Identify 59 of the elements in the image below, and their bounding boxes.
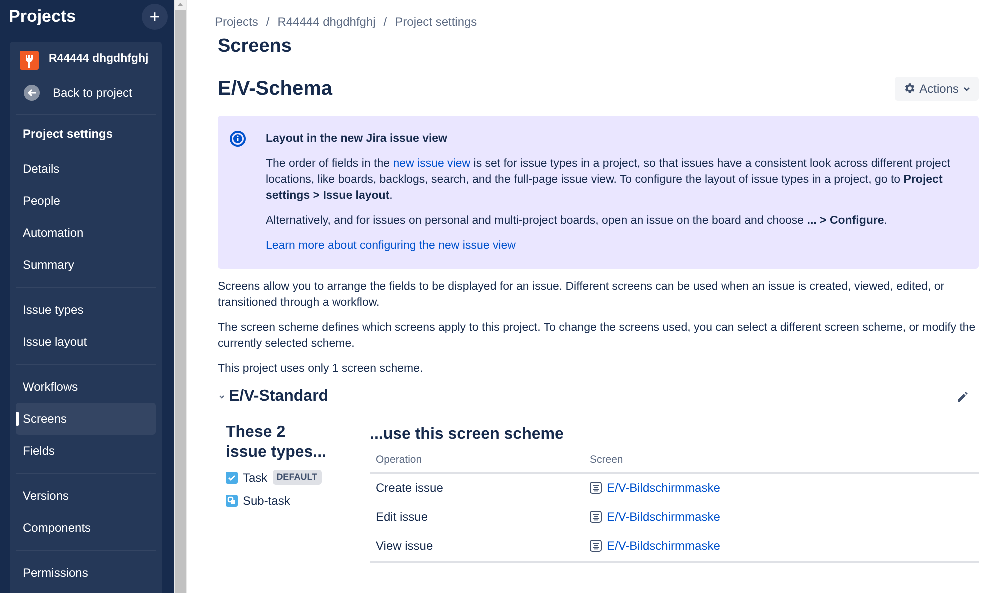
operation-cell-text: Create issue xyxy=(376,480,444,497)
operation-cell-text: View issue xyxy=(376,538,434,555)
breadcrumb-separator: / xyxy=(266,14,270,31)
table-heading: ...use this screen scheme xyxy=(370,424,565,444)
screen-icon xyxy=(590,482,602,494)
add-project-button[interactable]: + xyxy=(142,4,168,30)
sidebar-item[interactable]: Screens xyxy=(16,403,156,435)
scheme-title: E/V-Schema xyxy=(218,76,333,102)
learn-more-link[interactable]: Learn more about configuring the new issue view xyxy=(266,238,965,254)
info-title: Layout in the new Jira issue view xyxy=(266,132,449,146)
description-paragraph: Screens allow you to arrange the fields to be displayed for an issue. Different screens can be used when an issue is created, viewed, edited, or transitioned through a workflow. xyxy=(218,280,946,310)
issue-type-name: Sub-task xyxy=(243,492,290,510)
info-paragraph: Alternatively, and for issues on personal and multi-project boards, open an issue on the board and choose ... > Configure. xyxy=(266,214,888,228)
description-paragraph: This project uses only 1 screen scheme. xyxy=(218,362,424,376)
project-avatar-icon xyxy=(20,50,39,70)
breadcrumb-link[interactable]: R44444 dhgdhfghj xyxy=(278,13,376,31)
actions-button[interactable]: Actions xyxy=(894,76,979,100)
issue-type-name: Task xyxy=(243,470,268,486)
default-badge: DEFAULT xyxy=(272,470,322,486)
project-name: R44444 dhgdhfghj xyxy=(49,52,149,68)
sidebar-item[interactable]: Workflows xyxy=(16,371,156,403)
sidebar-item[interactable]: Versions xyxy=(16,480,156,512)
screen-icon xyxy=(590,540,602,552)
back-to-project-link[interactable]: Back to project xyxy=(16,78,156,108)
sidebar-item[interactable]: Automation xyxy=(16,217,156,249)
sidebar-item[interactable]: People xyxy=(16,185,156,217)
screen-link[interactable]: E/V-Bildschirmmaske xyxy=(607,508,720,526)
screen-link[interactable]: E/V-Bildschirmmaske xyxy=(607,537,720,555)
selected-indicator xyxy=(16,412,19,426)
screen-scheme-name: E/V-Standard xyxy=(229,386,329,406)
section-heading: Project settings xyxy=(22,126,114,143)
breadcrumb-separator: / xyxy=(384,14,388,31)
new-issue-view-link[interactable]: new issue view xyxy=(393,158,471,170)
sidebar-item[interactable]: Permissions xyxy=(16,557,156,589)
sidebar-item[interactable]: Fields xyxy=(16,435,156,467)
screen-icon xyxy=(590,511,602,523)
sidebar-item[interactable]: Summary xyxy=(16,249,156,281)
info-icon xyxy=(230,130,246,146)
edit-icon[interactable] xyxy=(957,390,969,402)
chevron-down-icon xyxy=(963,84,971,92)
caret-icon[interactable] xyxy=(218,392,226,400)
sidebar-item[interactable]: Components xyxy=(16,512,156,544)
info-paragraph: The order of fields in the new issue view is set for issue types in a project, so that issues have a consistent look across different project locations, like boards, backlogs, search, and the full-page issue view. To configure the layout of issue types in a project, go to Project settings > Issue layout. xyxy=(266,156,952,204)
breadcrumb-link[interactable]: Projects xyxy=(215,13,258,31)
task-icon xyxy=(226,472,238,484)
description-paragraph: The screen scheme defines which screens apply to this project. To change the screens used, you can select a different screen scheme, or modify the currently selected scheme. xyxy=(218,320,977,352)
subtask-icon xyxy=(226,494,238,506)
operation-cell-text: Edit issue xyxy=(376,509,430,526)
page-title: Screens xyxy=(218,35,293,59)
issue-types-heading: These 2 issue types... xyxy=(226,422,328,462)
sidebar-item[interactable]: Details xyxy=(16,153,156,185)
sidebar-item[interactable]: Issue layout xyxy=(16,326,156,358)
breadcrumb-link[interactable]: Project settings xyxy=(395,13,478,31)
gear-icon xyxy=(902,82,916,95)
column-header: Screen xyxy=(590,453,624,468)
screen-link[interactable]: E/V-Bildschirmmaske xyxy=(607,479,720,497)
sidebar-item[interactable]: Issue types xyxy=(16,294,156,326)
sidebar-title: Projects xyxy=(9,6,76,28)
column-header: Operation xyxy=(376,453,424,468)
